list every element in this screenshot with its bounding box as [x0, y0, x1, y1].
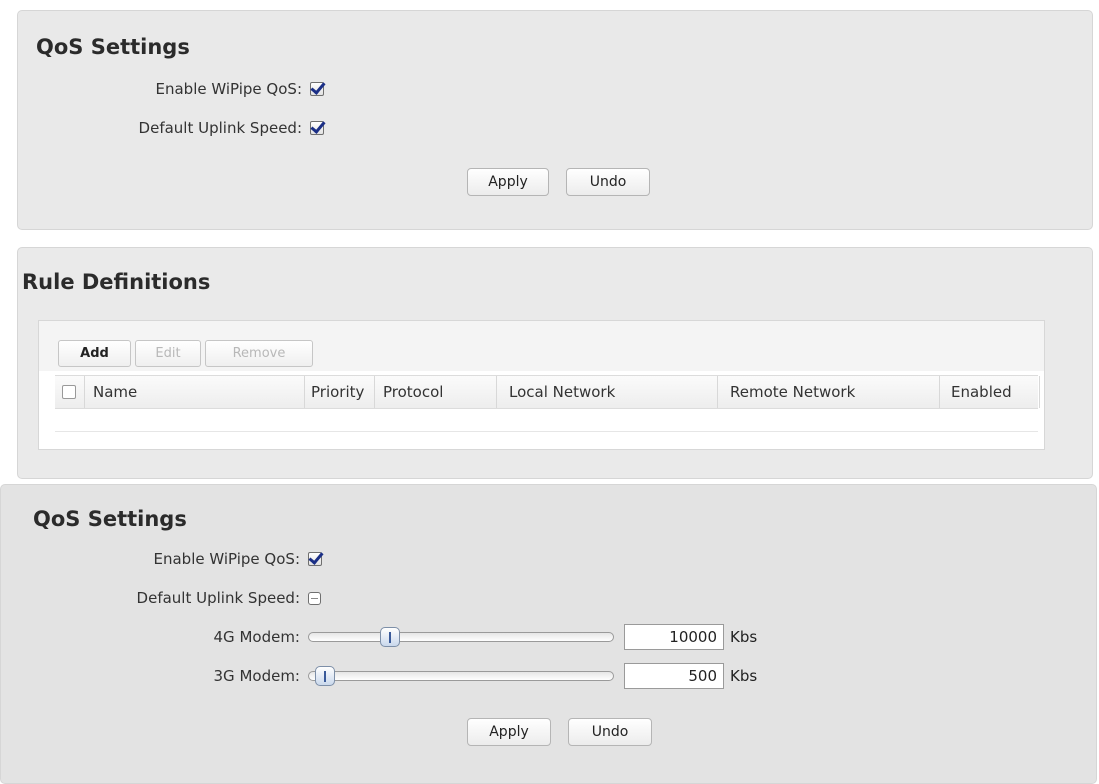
- undo-button[interactable]: Undo: [566, 168, 650, 196]
- panel-title: QoS Settings: [36, 35, 190, 59]
- modem-4g-input[interactable]: [624, 624, 724, 650]
- enable-qos-label: Enable WiPipe QoS:: [153, 550, 301, 568]
- modem-3g-row: 3G Modem: Kbs: [16, 663, 758, 689]
- modem-3g-slider[interactable]: [308, 666, 614, 686]
- enable-qos-row: Enable WiPipe QoS:: [18, 77, 324, 101]
- edit-rule-button[interactable]: Edit: [135, 340, 201, 367]
- add-rule-button[interactable]: Add: [58, 340, 131, 367]
- column-header-local-network[interactable]: Local Network: [497, 376, 718, 408]
- modem-3g-slider-thumb[interactable]: [314, 666, 335, 686]
- uplink-speed-label: Default Uplink Speed:: [138, 119, 302, 137]
- qos-settings-panel-bottom: QoS Settings Enable WiPipe QoS: Default …: [0, 484, 1097, 784]
- rules-grid: Add Edit Remove Name Priority Protocol L…: [38, 320, 1045, 450]
- grid-toolbar: Add Edit Remove: [39, 321, 1044, 371]
- modem-3g-input[interactable]: [624, 663, 724, 689]
- select-all-cell: [55, 376, 85, 408]
- grid-empty-body: [55, 410, 1038, 432]
- enable-qos-checkbox[interactable]: [310, 82, 324, 96]
- modem-3g-unit: Kbs: [730, 667, 758, 685]
- select-all-checkbox[interactable]: [62, 385, 76, 399]
- uplink-speed-checkbox[interactable]: [310, 121, 324, 135]
- column-header-priority[interactable]: Priority: [305, 376, 375, 408]
- column-header-protocol[interactable]: Protocol: [375, 376, 497, 408]
- uplink-speed-row: Default Uplink Speed:: [18, 116, 324, 140]
- apply-button[interactable]: Apply: [467, 168, 549, 196]
- column-header-enabled[interactable]: Enabled: [940, 376, 1040, 408]
- panel-title: QoS Settings: [33, 507, 187, 531]
- enable-qos-checkbox[interactable]: [308, 552, 322, 566]
- enable-qos-row: Enable WiPipe QoS:: [16, 547, 322, 571]
- modem-4g-row: 4G Modem: Kbs: [16, 624, 758, 650]
- modem-3g-label: 3G Modem:: [213, 667, 300, 685]
- remove-rule-button[interactable]: Remove: [205, 340, 313, 367]
- qos-settings-panel-top: QoS Settings Enable WiPipe QoS: Default …: [17, 10, 1093, 230]
- uplink-speed-label: Default Uplink Speed:: [136, 589, 300, 607]
- uplink-speed-row: Default Uplink Speed:: [16, 586, 321, 610]
- undo-button[interactable]: Undo: [568, 718, 652, 746]
- column-header-name[interactable]: Name: [85, 376, 305, 408]
- modem-4g-label: 4G Modem:: [213, 628, 300, 646]
- modem-4g-slider[interactable]: [308, 627, 614, 647]
- column-header-remote-network[interactable]: Remote Network: [718, 376, 940, 408]
- apply-button[interactable]: Apply: [467, 718, 551, 746]
- grid-header: Name Priority Protocol Local Network Rem…: [55, 375, 1040, 409]
- uplink-speed-checkbox[interactable]: [308, 591, 321, 605]
- enable-qos-label: Enable WiPipe QoS:: [155, 80, 303, 98]
- panel-title: Rule Definitions: [22, 270, 211, 294]
- modem-4g-slider-thumb[interactable]: [380, 627, 400, 647]
- modem-4g-unit: Kbs: [730, 628, 758, 646]
